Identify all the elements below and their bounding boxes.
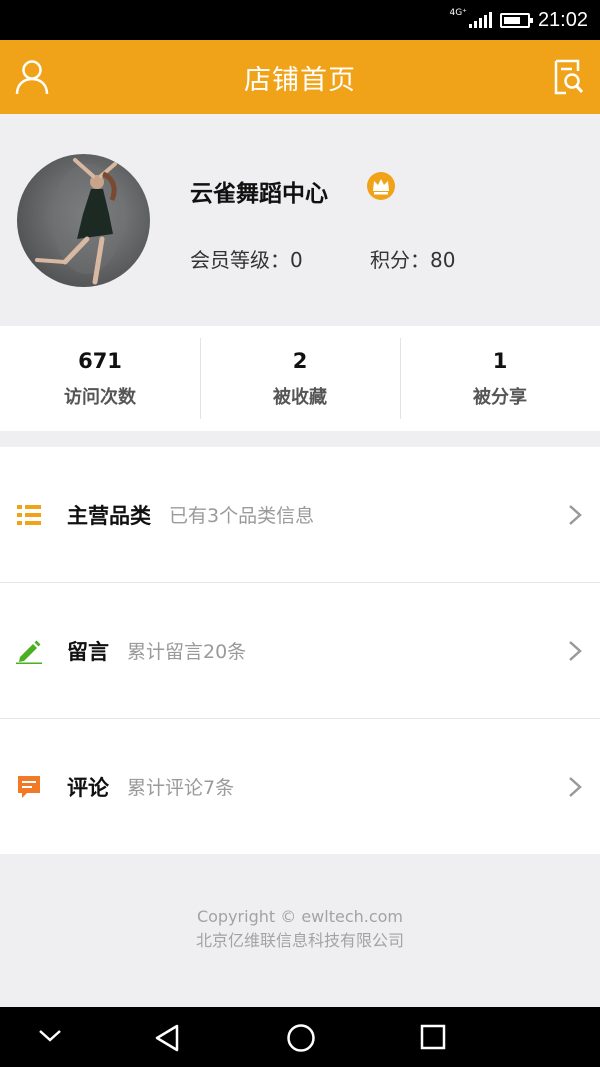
chevron-right-icon [569, 640, 582, 661]
search-document-icon[interactable] [550, 59, 584, 95]
menu-item-title: 评论 [67, 775, 109, 800]
company-name: 北京亿维联信息科技有限公司 [195, 931, 404, 950]
dancer-image [35, 158, 122, 285]
battery-icon [499, 12, 533, 28]
stat-value: 671 [78, 348, 122, 373]
avatar[interactable] [17, 154, 150, 287]
stats-panel: 671 访问次数 2 被收藏 1 被分享 [0, 326, 600, 431]
home-icon[interactable] [286, 1023, 316, 1053]
shop-name: 云雀舞蹈中心 [190, 181, 328, 207]
menu-item-comments[interactable]: 评论 累计评论7条 [0, 719, 600, 854]
menu-item-messages[interactable]: 留言 累计留言20条 [0, 583, 600, 719]
menu-item-desc: 累计评论7条 [127, 777, 235, 799]
comment-icon [18, 775, 40, 798]
stat-value: 1 [492, 348, 508, 373]
menu-item-title: 留言 [67, 639, 109, 664]
copyright-text: Copyright © ewltech.com [196, 907, 404, 926]
page-title: 店铺首页 [244, 64, 356, 96]
app-header: 店铺首页 [0, 40, 600, 114]
signal-icon [468, 12, 492, 28]
member-level: 会员等级：0 [190, 248, 303, 272]
menu-item-desc: 累计留言20条 [127, 641, 247, 663]
stat-visits[interactable]: 671 访问次数 [0, 326, 200, 431]
footer: Copyright © ewltech.com 北京亿维联信息科技有限公司 [0, 905, 600, 953]
stat-label: 被收藏 [273, 386, 327, 408]
stat-label: 被分享 [473, 386, 527, 408]
back-icon[interactable] [154, 1023, 180, 1053]
stat-shares[interactable]: 1 被分享 [400, 326, 600, 431]
pencil-icon [16, 640, 42, 664]
chevron-right-icon [569, 776, 582, 797]
stat-favorites[interactable]: 2 被收藏 [200, 326, 400, 431]
menu-list: 主营品类 已有3个品类信息 留言 累计留言20条 评论 累计评论7条 [0, 447, 600, 854]
chevron-right-icon [569, 504, 582, 525]
list-icon [17, 504, 41, 525]
menu-item-title: 主营品类 [67, 503, 151, 528]
system-nav-bar [0, 1007, 600, 1067]
crown-icon [367, 172, 395, 200]
menu-item-categories[interactable]: 主营品类 已有3个品类信息 [0, 447, 600, 583]
points: 积分：80 [370, 248, 456, 272]
user-icon[interactable] [14, 58, 50, 96]
status-bar: 4G⁺ 21:02 [0, 0, 600, 40]
shop-profile: 云雀舞蹈中心 会员等级：0 积分：80 [0, 114, 600, 326]
recents-icon[interactable] [420, 1023, 446, 1051]
network-type: 4G⁺ [449, 8, 467, 18]
chevron-down-icon[interactable] [38, 1029, 62, 1043]
stat-value: 2 [292, 348, 308, 373]
menu-item-desc: 已有3个品类信息 [169, 505, 315, 527]
status-time: 21:02 [537, 8, 588, 31]
stat-label: 访问次数 [64, 386, 136, 408]
